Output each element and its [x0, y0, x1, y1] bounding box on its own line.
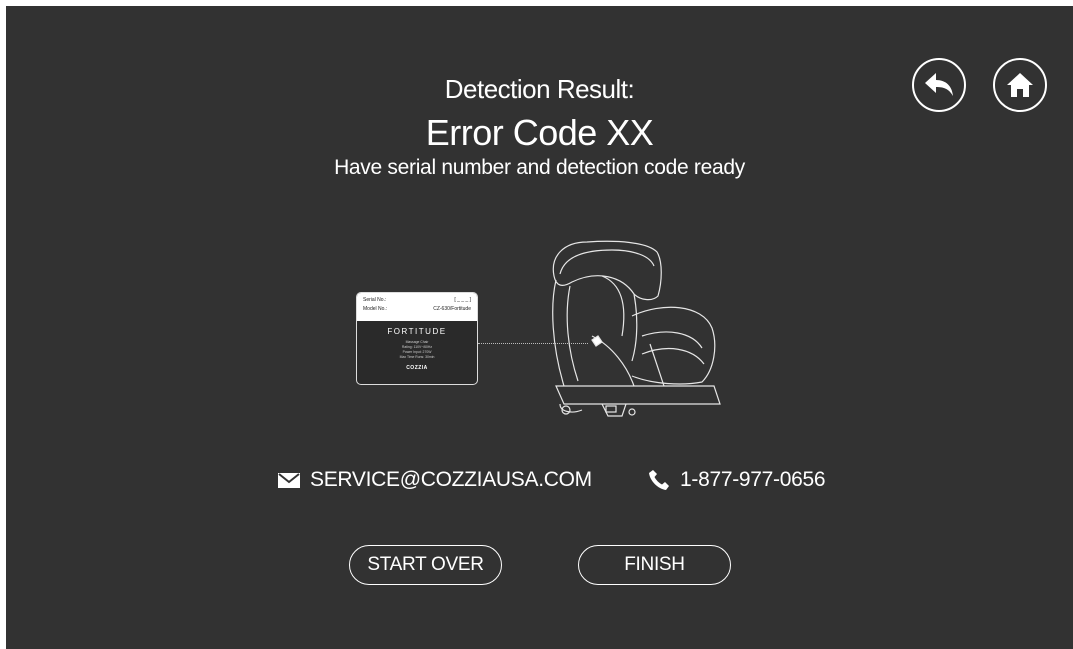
- envelope-icon: [278, 472, 300, 488]
- serial-number-value: [ _ _ _ ]: [454, 297, 471, 303]
- service-phone-text: 1-877-977-0656: [680, 468, 826, 491]
- finish-button[interactable]: FINISH: [578, 545, 731, 585]
- start-over-button[interactable]: START OVER: [349, 545, 502, 585]
- service-phone[interactable]: 1-877-977-0656: [648, 468, 826, 492]
- error-code-title: Error Code XX: [425, 112, 654, 153]
- detection-result-label: Detection Result:: [444, 74, 635, 104]
- model-number-label: Model No.:: [363, 306, 388, 312]
- label-card-brand: FORTITUDE: [387, 327, 447, 336]
- label-card-fine-print: Massage Chair Rating: 110V~/60Hz Power I…: [357, 340, 477, 360]
- serial-number-label: Serial No.:: [363, 297, 387, 303]
- detection-result-screen: Detection Result: Error Code XX Have ser…: [6, 6, 1073, 649]
- label-card-header: Serial No.: [ _ _ _ ] Model No.: CZ-630/…: [357, 293, 477, 321]
- label-card-logo: COZZIA: [406, 365, 428, 371]
- massage-chair-illustration: [552, 240, 721, 417]
- model-number-value: CZ-630/Fortitude: [433, 306, 471, 312]
- fine-print-line: Max Time Runs: 30min: [399, 355, 435, 359]
- instruction-text: Have serial number and detection code re…: [334, 156, 745, 179]
- service-email-text: SERVICE@COZZIAUSA.COM: [310, 468, 592, 491]
- phone-icon: [649, 470, 669, 490]
- serial-label-card: Serial No.: [ _ _ _ ] Model No.: CZ-630/…: [356, 292, 478, 385]
- service-email[interactable]: SERVICE@COZZIAUSA.COM: [278, 468, 592, 492]
